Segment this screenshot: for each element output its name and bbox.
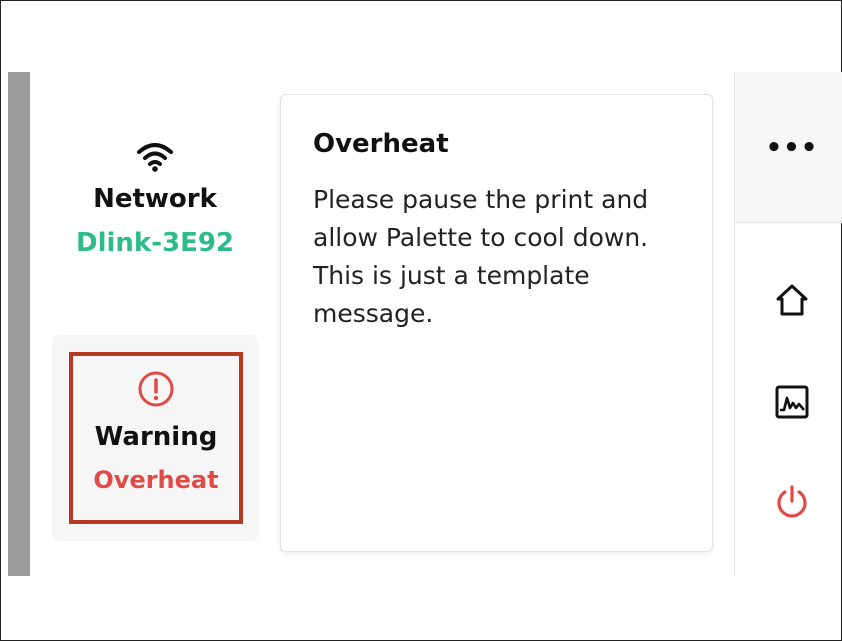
network-status[interactable]: Network Dlink-3E92 bbox=[60, 140, 250, 258]
chart-icon bbox=[775, 385, 809, 419]
message-body: Please pause the print and allow Palette… bbox=[313, 185, 649, 328]
alert-circle-icon bbox=[138, 371, 174, 407]
home-icon bbox=[776, 284, 808, 316]
warning-status: Overheat bbox=[93, 466, 219, 494]
network-name: Dlink-3E92 bbox=[75, 228, 235, 258]
network-label: Network bbox=[93, 184, 217, 214]
home-button[interactable] bbox=[766, 274, 818, 326]
warning-label: Warning bbox=[94, 422, 218, 452]
power-icon bbox=[777, 485, 807, 518]
warning-highlight[interactable]: Warning Overheat bbox=[69, 352, 243, 524]
power-button[interactable] bbox=[766, 476, 818, 528]
wifi-icon bbox=[137, 143, 173, 172]
statistics-button[interactable] bbox=[766, 376, 818, 428]
left-edge-bar bbox=[8, 72, 30, 576]
message-title: Overheat bbox=[313, 129, 449, 159]
more-button[interactable]: ••• bbox=[762, 128, 822, 168]
message-card: Overheat Please pause the print and allo… bbox=[280, 94, 713, 552]
